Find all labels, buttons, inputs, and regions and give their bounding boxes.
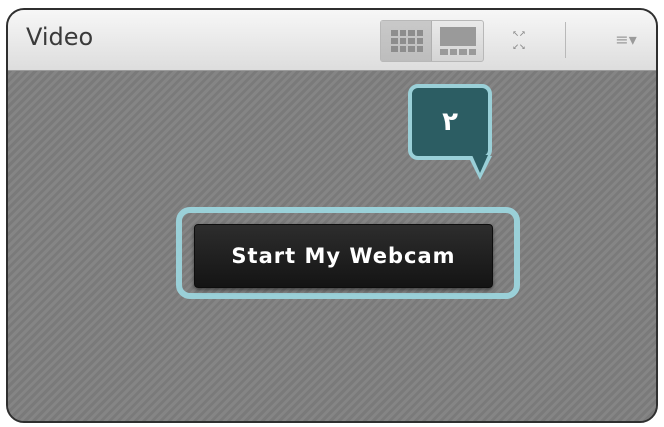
pod-title: Video [26, 23, 94, 51]
grid-icon [391, 30, 423, 52]
fullscreen-icon: ↖↗ ↙↘ [512, 26, 526, 52]
callout-pointer-fill [472, 155, 488, 173]
fullscreen-button[interactable]: ↖↗ ↙↘ [504, 26, 534, 54]
filmstrip-layout-button[interactable] [432, 21, 483, 61]
pod-menu-icon: ≡▾ [615, 30, 637, 49]
grid-layout-button[interactable] [381, 21, 433, 61]
pod-menu-button[interactable]: ≡▾ [610, 30, 642, 50]
layout-toggle-group [380, 20, 484, 62]
step-number: ٢ [442, 107, 458, 137]
toolbar-divider [565, 22, 566, 58]
start-webcam-button[interactable]: Start My Webcam [194, 224, 493, 288]
pod-titlebar: Video ↖↗ ↙↘ ≡▾ [8, 10, 656, 71]
filmstrip-icon [440, 27, 477, 55]
step-callout: ٢ [408, 84, 492, 160]
